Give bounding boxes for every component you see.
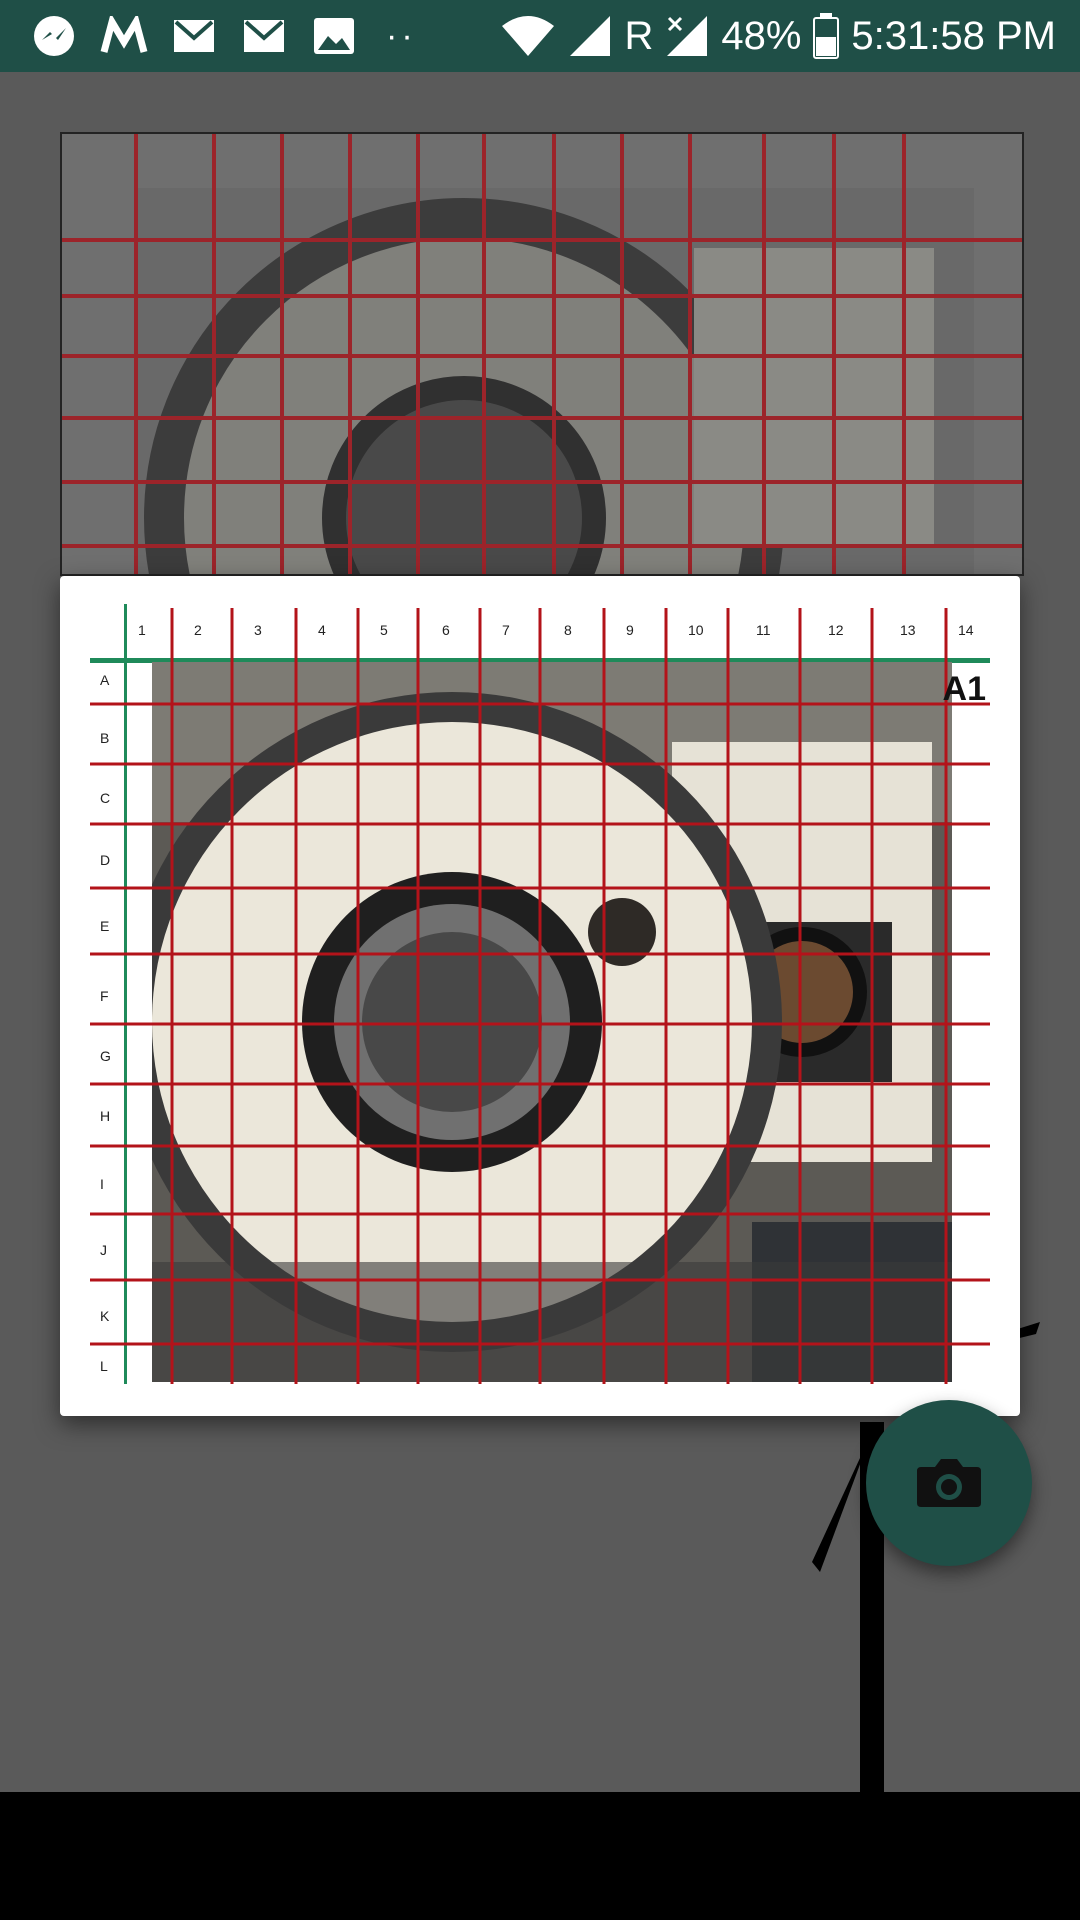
clock: 5:31:58 PM	[851, 13, 1056, 58]
wifi-icon	[502, 16, 555, 56]
gallery-icon	[310, 14, 358, 58]
image-preview-dialog[interactable]: 1 2 3 4 5 6 7 8 9 10 11 12 13 14 A B C D E F G H I J K L A1	[60, 576, 1020, 1416]
signal-icon	[667, 16, 708, 56]
row-label: D	[100, 852, 111, 868]
row-label: H	[100, 1108, 111, 1124]
camera-button[interactable]	[866, 1400, 1032, 1566]
column-label: 5	[380, 622, 388, 638]
gmail-icon	[240, 14, 288, 58]
column-label: 4	[318, 622, 326, 638]
status-bar: ·· R 48% 5:31:58 PM	[0, 0, 1080, 72]
selected-cell-label: A1	[942, 670, 986, 708]
camera-icon	[917, 1459, 981, 1507]
column-label: 3	[254, 622, 262, 638]
background-grid-image	[60, 132, 1024, 576]
column-label: 7	[502, 622, 510, 638]
column-label: 11	[756, 622, 771, 638]
row-label: K	[100, 1308, 110, 1324]
gmail-icon	[170, 14, 218, 58]
row-label: E	[100, 918, 110, 934]
network-label: R	[624, 13, 654, 58]
signal-icon	[570, 16, 611, 56]
grid-overlay: 1 2 3 4 5 6 7 8 9 10 11 12 13 14 A B C D E F G H I J K L	[90, 604, 990, 1384]
column-label: 10	[688, 622, 704, 638]
column-label: 8	[564, 622, 572, 638]
messenger-icon	[30, 14, 78, 58]
column-label: 9	[626, 622, 634, 638]
column-label: 12	[828, 622, 844, 638]
row-label: L	[100, 1358, 108, 1374]
row-label: C	[100, 790, 111, 806]
row-label: B	[100, 730, 110, 746]
column-label: 14	[958, 622, 974, 638]
more-dots-icon: ··	[386, 16, 417, 55]
row-label: F	[100, 988, 109, 1004]
row-label: A	[100, 672, 110, 688]
battery-percent: 48%	[721, 13, 802, 58]
row-label: J	[100, 1242, 107, 1258]
column-label: 1	[138, 622, 146, 638]
row-label: G	[100, 1048, 111, 1064]
column-label: 13	[900, 622, 916, 638]
battery-icon	[813, 13, 840, 59]
column-label: 6	[442, 622, 450, 638]
maps-icon	[100, 14, 148, 58]
column-label: 2	[194, 622, 202, 638]
red-grid-lines	[90, 608, 990, 1384]
row-label: I	[100, 1176, 104, 1192]
